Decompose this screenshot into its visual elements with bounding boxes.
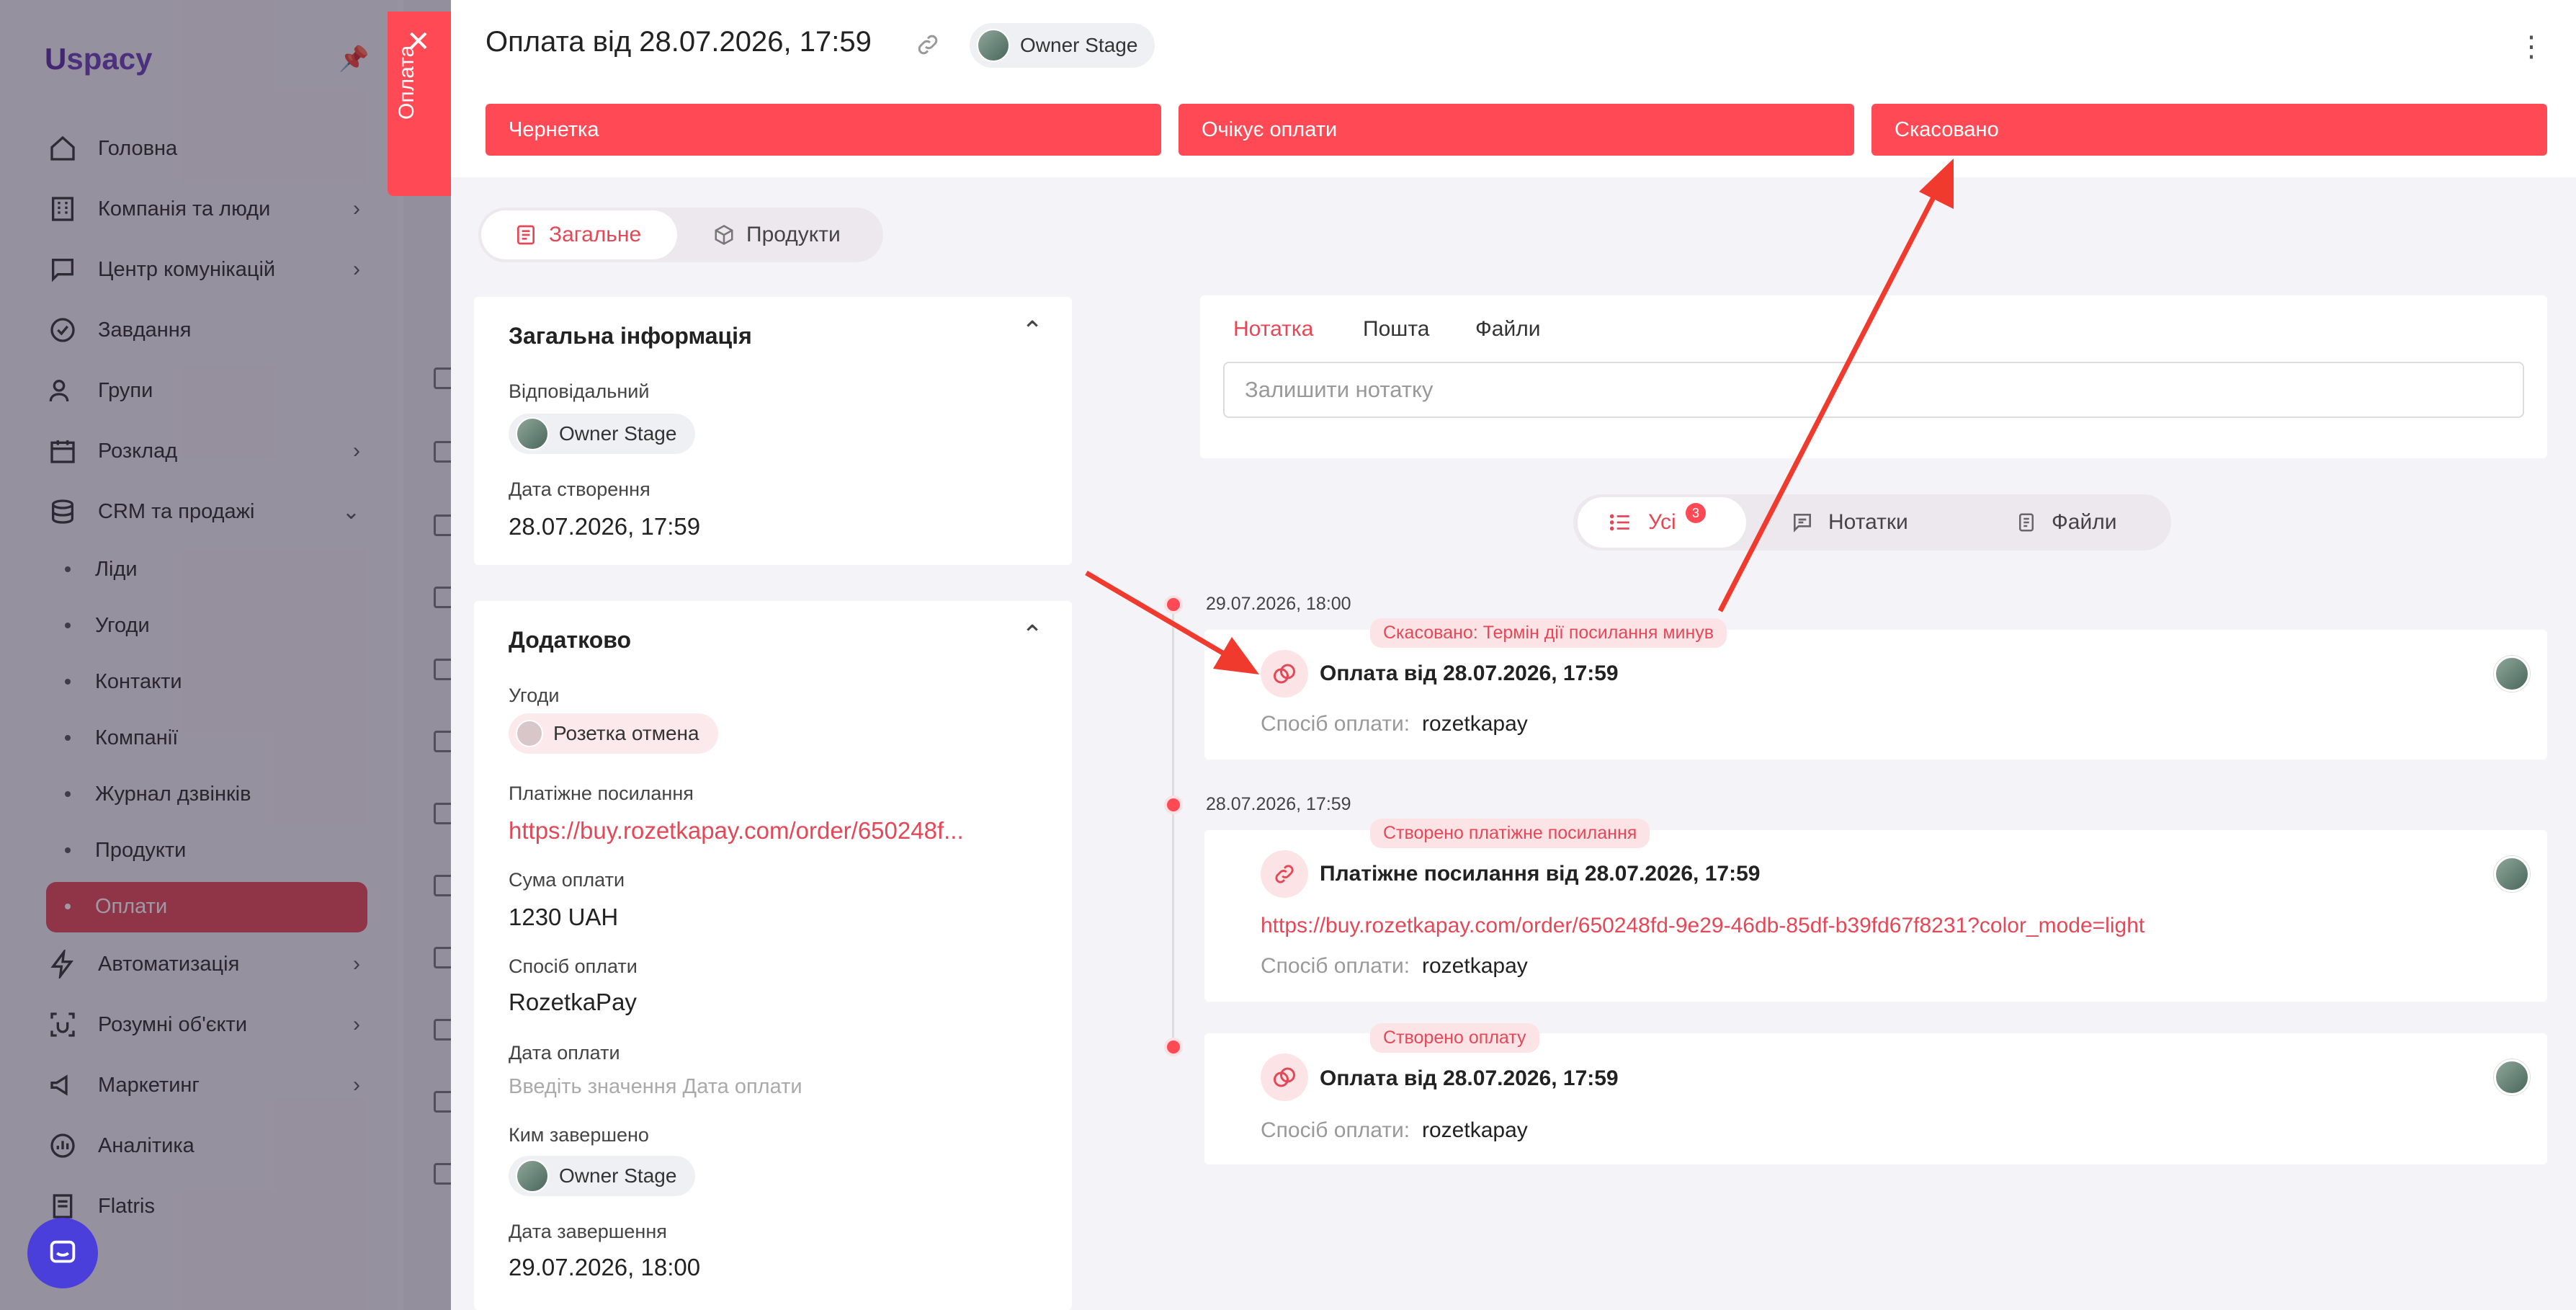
- filter-files[interactable]: Файли: [2016, 497, 2117, 548]
- modal-backdrop[interactable]: [0, 0, 454, 1310]
- avatar: [2494, 856, 2530, 892]
- tab-files[interactable]: Файли: [1475, 317, 1541, 342]
- chip-label: Owner Stage: [559, 1164, 677, 1187]
- payment-link[interactable]: https://buy.rozetkapay.com/order/650248f…: [509, 817, 964, 845]
- completed-by-chip[interactable]: Owner Stage: [509, 1156, 696, 1196]
- field-label: Ким завершено: [509, 1124, 649, 1146]
- paid-date-input[interactable]: Введіть значення Дата оплати: [509, 1075, 802, 1099]
- event-field-value: rozetkapay: [1422, 712, 1528, 736]
- timeline-line: [1172, 605, 1174, 1038]
- link-icon: [1261, 850, 1308, 898]
- timeline-dot: [1164, 1038, 1183, 1056]
- section-title: Загальна інформація: [509, 323, 752, 349]
- timeline-event: [1204, 1033, 2547, 1164]
- event-payment-link[interactable]: https://buy.rozetkapay.com/order/650248f…: [1261, 914, 2145, 938]
- field-label: Дата завершення: [509, 1221, 667, 1242]
- event-status-tag: Створено платіжне посилання: [1370, 819, 1650, 848]
- chip-label: Owner Stage: [559, 422, 677, 445]
- page-title: Оплата від 28.07.2026, 17:59: [486, 26, 872, 58]
- drawer-tab-label: Оплата: [395, 45, 419, 120]
- filter-label: Файли: [2052, 510, 2117, 534]
- field-label: Спосіб оплати: [509, 955, 638, 977]
- event-status-tag: Створено оплату: [1370, 1023, 1539, 1053]
- timeline-dot: [1164, 595, 1183, 614]
- avatar: [977, 29, 1010, 62]
- chevron-up-icon[interactable]: ⌃: [1021, 620, 1043, 650]
- event-date: 29.07.2026, 18:00: [1206, 594, 1351, 614]
- event-field-label: Спосіб оплати:: [1261, 712, 1410, 736]
- filter-label: Усі: [1648, 510, 1676, 534]
- tab-label: Продукти: [746, 223, 841, 246]
- tab-general[interactable]: Загальне: [481, 210, 677, 259]
- event-field-value: rozetkapay: [1422, 1118, 1528, 1142]
- list-icon: [1609, 514, 1629, 531]
- event-date: 28.07.2026, 17:59: [1206, 794, 1351, 814]
- deal-chip[interactable]: Розетка отмена: [509, 713, 718, 754]
- stage-cancelled[interactable]: Скасовано: [1871, 104, 2547, 156]
- field-label: Дата оплати: [509, 1042, 620, 1064]
- chevron-up-icon[interactable]: ⌃: [1021, 316, 1043, 346]
- created-date: 28.07.2026, 17:59: [509, 513, 701, 540]
- completed-date: 29.07.2026, 18:00: [509, 1254, 701, 1280]
- avatar: [516, 417, 549, 450]
- event-field-value: rozetkapay: [1422, 954, 1528, 978]
- filter-label: Нотатки: [1828, 510, 1908, 534]
- event-title[interactable]: Оплата від 28.07.2026, 17:59: [1320, 661, 1619, 686]
- event-field-label: Спосіб оплати:: [1261, 954, 1410, 978]
- list-icon: [517, 225, 535, 245]
- comment-icon: [1794, 514, 1811, 533]
- chat-bubble-icon: [50, 1240, 76, 1263]
- support-chat-button[interactable]: [27, 1218, 98, 1288]
- avatar: [2494, 656, 2530, 692]
- payment-icon: [1261, 1053, 1308, 1101]
- copy-link-icon[interactable]: [915, 32, 941, 61]
- note-input[interactable]: Залишити нотатку: [1223, 362, 2524, 418]
- timeline-event: [1204, 630, 2547, 759]
- tab-label: Загальне: [549, 223, 642, 246]
- timeline-dot: [1164, 796, 1183, 814]
- avatar: [2494, 1059, 2530, 1095]
- drawer-tab[interactable]: ✕ Оплата: [388, 12, 451, 196]
- chip-label: Розетка отмена: [553, 722, 699, 744]
- filter-all[interactable]: Усі: [1578, 497, 1746, 548]
- event-status-tag: Скасовано: Термін дії посилання минув: [1370, 618, 1727, 648]
- stage-awaiting-payment[interactable]: Очікує оплати: [1179, 104, 1854, 156]
- section-title: Додатково: [509, 627, 632, 653]
- more-menu-icon[interactable]: ⋮: [2517, 30, 2546, 63]
- field-label: Платіжне посилання: [509, 783, 694, 804]
- file-icon: [2019, 513, 2034, 532]
- owner-chip[interactable]: Owner Stage: [970, 23, 1155, 68]
- amount-value: 1230 UAH: [509, 904, 619, 930]
- field-label: Сума оплати: [509, 869, 625, 891]
- method-value: RozetkaPay: [509, 989, 637, 1015]
- event-title[interactable]: Платіжне посилання від 28.07.2026, 17:59: [1320, 862, 1760, 886]
- deal-icon: [516, 720, 543, 747]
- event-field-label: Спосіб оплати:: [1261, 1118, 1410, 1142]
- payment-icon: [1261, 650, 1308, 698]
- tab-mail[interactable]: Пошта: [1363, 317, 1429, 342]
- field-label: Відповідальний: [509, 380, 650, 402]
- tab-note[interactable]: Нотатка: [1233, 317, 1313, 342]
- field-label: Дата створення: [509, 478, 650, 500]
- stage-draft[interactable]: Чернетка: [486, 104, 1161, 156]
- event-title[interactable]: Оплата від 28.07.2026, 17:59: [1320, 1066, 1619, 1091]
- count-badge: 3: [1686, 503, 1706, 523]
- avatar: [516, 1159, 549, 1193]
- tab-products[interactable]: Продукти: [713, 210, 857, 259]
- field-label: Угоди: [509, 685, 560, 706]
- box-icon: [715, 225, 733, 245]
- filter-notes[interactable]: Нотатки: [1791, 497, 1908, 548]
- responsible-chip[interactable]: Owner Stage: [509, 414, 696, 454]
- owner-name: Owner Stage: [1020, 34, 1138, 56]
